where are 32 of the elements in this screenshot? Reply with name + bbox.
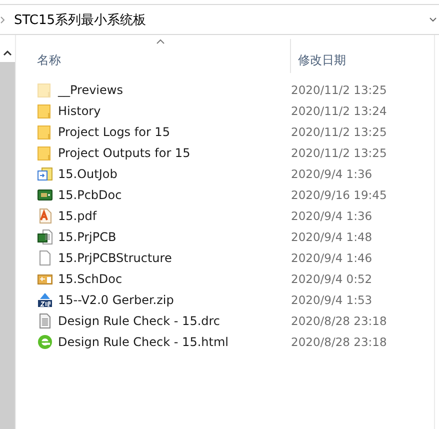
modified-date: 2020/11/2 13:25 — [291, 82, 387, 96]
modified-date: 2020/9/4 0:52 — [291, 272, 372, 286]
modified-date: 2020/9/4 1:48 — [291, 230, 372, 244]
file-name[interactable]: 15.pdf — [58, 208, 291, 222]
file-name[interactable]: 15.PcbDoc — [58, 188, 291, 202]
dropdown-icon[interactable] — [429, 16, 437, 22]
file-name[interactable]: Project Outputs for 15 — [58, 146, 291, 160]
scroll-up-icon[interactable] — [3, 50, 12, 56]
modified-date: 2020/9/4 1:53 — [291, 292, 372, 306]
file-name[interactable]: Project Logs for 15 — [58, 124, 291, 138]
modified-date: 2020/8/28 23:18 — [291, 314, 387, 328]
file-name[interactable]: Design Rule Check - 15.drc — [58, 314, 291, 328]
modified-date: 2020/9/4 1:46 — [291, 250, 372, 264]
file-name[interactable]: __Previews — [58, 82, 291, 96]
modified-date: 2020/9/4 1:36 — [291, 166, 372, 180]
file-name[interactable]: Design Rule Check - 15.html — [58, 334, 291, 348]
chevron-icon[interactable] — [0, 16, 6, 24]
file-name[interactable]: History — [58, 104, 291, 118]
modified-date: 2020/11/2 13:25 — [291, 146, 387, 160]
file-name[interactable]: 15--V2.0 Gerber.zip — [58, 292, 291, 306]
modified-date: 2020/9/16 19:45 — [291, 188, 387, 202]
file-name[interactable]: 15.SchDoc — [58, 272, 291, 286]
modified-date: 2020/9/4 1:36 — [291, 208, 372, 222]
modified-date: 2020/11/2 13:25 — [291, 124, 387, 138]
modified-date: 2020/11/2 13:24 — [291, 104, 387, 118]
breadcrumb-path[interactable]: STC15系列最小系统板 — [14, 10, 429, 28]
column-header[interactable]: 名称 — [37, 52, 61, 69]
column-header[interactable]: 修改日期 — [298, 52, 346, 69]
file-name[interactable]: 15.PrjPCB — [58, 230, 291, 244]
file-name[interactable]: 15.PrjPCBStructure — [58, 250, 291, 264]
file-name[interactable]: 15.OutJob — [58, 166, 291, 180]
modified-date: 2020/8/28 23:18 — [291, 334, 387, 348]
